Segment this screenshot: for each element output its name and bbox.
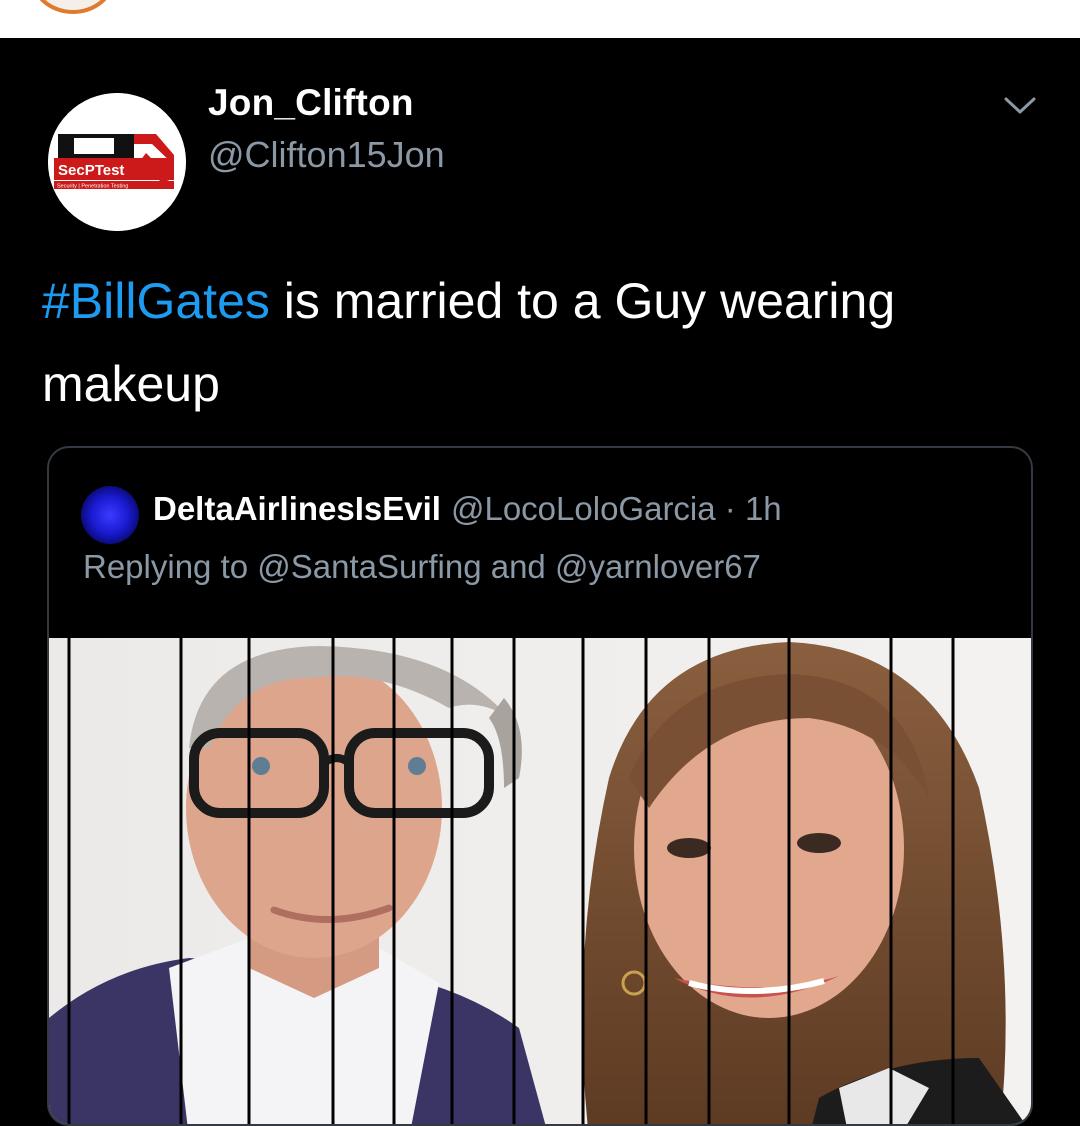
tweet-card: SecPTest Security | Penetration Testing … <box>0 38 1080 1126</box>
quoted-time[interactable]: 1h <box>745 490 782 527</box>
svg-text:SecPTest: SecPTest <box>58 162 124 179</box>
author-name[interactable]: Jon_Clifton <box>208 82 414 124</box>
replying-to-and: and <box>481 548 555 585</box>
author-avatar[interactable]: SecPTest Security | Penetration Testing <box>48 93 186 231</box>
hashtag-link[interactable]: #BillGates <box>42 273 270 329</box>
previous-post-avatar[interactable] <box>30 0 116 14</box>
portrait-photo <box>49 638 1031 1124</box>
quoted-author-handle[interactable]: @LocoLoloGarcia <box>451 490 716 527</box>
reply-user-link-2[interactable]: @yarnlover67 <box>555 548 761 585</box>
quoted-photo[interactable] <box>49 638 1031 1124</box>
chevron-down-icon[interactable] <box>1000 90 1040 120</box>
quoted-header: DeltaAirlinesIsEvil @LocoLoloGarcia · 1h <box>153 490 782 528</box>
quoted-author-avatar[interactable] <box>81 486 139 544</box>
top-strip <box>0 0 1080 38</box>
tweet-text: #BillGates is married to a Guy wearing m… <box>42 260 1042 426</box>
quoted-separator: · <box>715 490 745 527</box>
quoted-tweet[interactable]: DeltaAirlinesIsEvil @LocoLoloGarcia · 1h … <box>47 446 1033 1126</box>
reply-user-link-1[interactable]: @SantaSurfing <box>257 548 481 585</box>
author-handle[interactable]: @Clifton15Jon <box>208 134 445 176</box>
secptest-logo: SecPTest Security | Penetration Testing <box>48 93 186 231</box>
quoted-author-name[interactable]: DeltaAirlinesIsEvil <box>153 490 441 527</box>
svg-text:Security | Penetration Testing: Security | Penetration Testing <box>57 184 128 190</box>
replying-to-prefix: Replying to <box>83 548 258 585</box>
replying-to: Replying to @SantaSurfing and @yarnlover… <box>83 548 761 586</box>
